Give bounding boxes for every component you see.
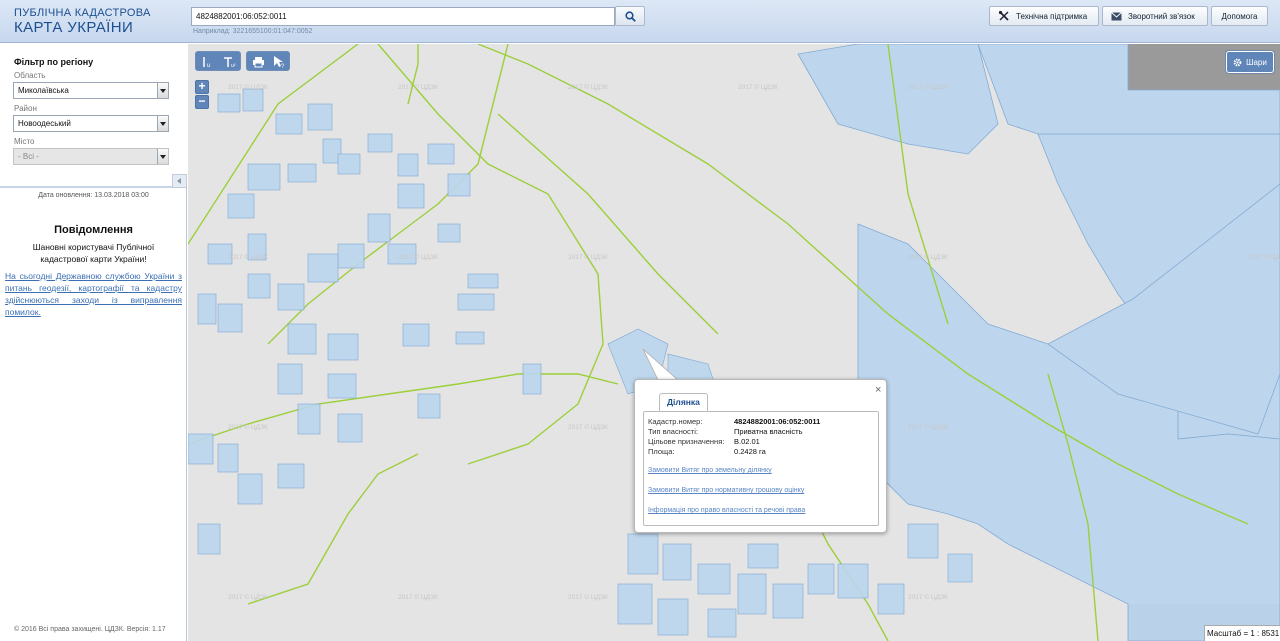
logo-line-1: ПУБЛІЧНА КАДАСТРОВА (14, 7, 151, 19)
close-icon[interactable]: × (875, 384, 881, 396)
header: ПУБЛІЧНА КАДАСТРОВА КАРТА УКРАЇНИ 482488… (0, 0, 1280, 43)
map-watermark: 2017 © ЦДЗК (228, 423, 268, 431)
sidebar: Фільтр по регіону Область Миколаївська Р… (0, 44, 187, 641)
map-watermark: 2017 © ЦДЗК (398, 83, 438, 91)
news-greeting: Шановні користувачі Публічної кадастрово… (32, 242, 155, 264)
logo-line-2: КАРТА УКРАЇНИ (14, 19, 134, 36)
map-watermark: 2017 © ЦДЗК (398, 593, 438, 601)
support-button[interactable]: Технічна підтримка (989, 6, 1099, 26)
map-watermark: 2017 © ЦДЗК (908, 593, 948, 601)
raion-label: Район (14, 104, 37, 113)
misto-label: Місто (14, 137, 35, 146)
feedback-label: Зворотний зв'язок (1128, 11, 1195, 21)
map-watermark: 2017 © ЦДЗК (568, 423, 608, 431)
ownership-value: Приватна власність (734, 427, 803, 436)
chevron-down-icon[interactable] (157, 83, 168, 98)
info-row-purpose: Цільове призначення: В.02.01 (648, 437, 760, 446)
map-watermark: 2017 © ЦДЗК (568, 253, 608, 261)
measure-area-icon[interactable]: u² (223, 56, 237, 68)
map-watermark: 2017 © ЦДЗК (908, 253, 948, 261)
ownership-info-link[interactable]: Інформація про право власності та речові… (648, 507, 805, 514)
map-watermark: 2017 © ЦДЗК (1248, 253, 1280, 261)
collapse-sidebar-button[interactable] (172, 174, 187, 188)
svg-text:u²: u² (231, 63, 236, 68)
zoom-out-button[interactable]: − (195, 95, 209, 109)
support-label: Технічна підтримка (1016, 11, 1088, 21)
oblast-select[interactable]: Миколаївська (13, 82, 169, 99)
cadastral-map[interactable]: 2017 © ЦДЗК 2017 © ЦДЗК 2017 © ЦДЗК 2017… (188, 44, 1280, 641)
misto-select[interactable]: - Всі - (13, 148, 169, 165)
measure-distance-icon[interactable]: u (202, 56, 214, 68)
site-logo[interactable]: ПУБЛІЧНА КАДАСТРОВА КАРТА УКРАЇНИ (14, 7, 151, 36)
help-button[interactable]: Допомога (1211, 6, 1268, 26)
oblast-value: Миколаївська (18, 86, 69, 95)
order-parcel-extract-link[interactable]: Замовити Витяг про земельну ділянку (648, 467, 772, 474)
filter-title: Фільтр по регіону (14, 57, 94, 67)
news-link[interactable]: На сьогодні Державною службою України з … (5, 270, 182, 318)
copyright: © 2016 Всі права захищені. ЦДЗК. Версія:… (14, 626, 166, 633)
layers-button[interactable]: Шари (1226, 51, 1274, 73)
info-row-area: Площа: 0.2428 га (648, 447, 766, 456)
info-row-ownership: Тип власності: Приватна власність (648, 427, 803, 436)
news-title: Повідомлення (54, 224, 133, 236)
map-watermark: 2017 © ЦДЗК (228, 253, 268, 261)
feedback-button[interactable]: Зворотний зв'язок (1102, 6, 1208, 26)
chevron-down-icon[interactable] (157, 116, 168, 131)
gear-icon (1233, 58, 1242, 66)
cadastral-number-value: 4824882001:06:052:0011 (734, 417, 821, 426)
map-watermark: 2017 © ЦДЗК (228, 593, 268, 601)
print-icon[interactable] (252, 56, 265, 68)
raion-value: Новоодеський (18, 119, 71, 128)
parcel-popup: × Ділянка Кадастр.номер: 4824882001:06:0… (634, 379, 887, 533)
tab-parcel[interactable]: Ділянка (659, 393, 708, 411)
info-label: Тип власності: (648, 427, 698, 436)
purpose-value: В.02.01 (734, 437, 760, 446)
map-watermark: 2017 © ЦДЗК (908, 83, 948, 91)
info-label: Цільове призначення: (648, 437, 725, 446)
info-row-cadastral: Кадастр.номер: 4824882001:06:052:0011 (648, 417, 820, 426)
map-watermark: 2017 © ЦДЗК (908, 423, 948, 431)
oblast-label: Область (14, 71, 46, 80)
search-icon (625, 11, 636, 22)
raion-select[interactable]: Новоодеський (13, 115, 169, 132)
misto-value: - Всі - (18, 152, 39, 161)
map-watermark: 2017 © ЦДЗК (398, 253, 438, 261)
parcel-info-panel: Кадастр.номер: 4824882001:06:052:0011 Ти… (643, 411, 879, 526)
chevron-down-icon (157, 149, 168, 164)
area-value: 0.2428 га (734, 447, 766, 456)
identify-cursor-icon[interactable]: ? (273, 55, 286, 69)
tools-icon (998, 10, 1009, 21)
svg-text:?: ? (281, 64, 285, 69)
map-watermark: 2017 © ЦДЗК (568, 593, 608, 601)
order-valuation-extract-link[interactable]: Замовити Витяг про нормативну грошову оц… (648, 487, 804, 494)
measure-tools-group: u u² (195, 51, 241, 71)
info-label: Площа: (648, 447, 675, 456)
map-watermark: 2017 © ЦДЗК (568, 83, 608, 91)
cadastral-search-input[interactable]: 4824882001:06:052:0011 (191, 7, 615, 26)
envelope-icon (1111, 11, 1122, 20)
print-tools-group: ? (246, 51, 290, 71)
search-button[interactable] (615, 6, 645, 26)
search-hint: Наприклад: 3221655100:01:047:0052 (193, 28, 313, 35)
zoom-in-button[interactable]: + (195, 80, 209, 94)
info-label: Кадастр.номер: (648, 417, 703, 426)
map-scale: Масштаб = 1 : 8531 (1204, 625, 1280, 641)
help-label: Допомога (1221, 11, 1258, 21)
layers-label: Шари (1246, 57, 1267, 67)
map-watermark: 2017 © ЦДЗК (738, 83, 778, 91)
map-watermark: 2017 © ЦДЗК (228, 83, 268, 91)
svg-text:u: u (207, 63, 210, 68)
map-canvas[interactable]: 2017 © ЦДЗК 2017 © ЦДЗК 2017 © ЦДЗК 2017… (188, 44, 1280, 641)
region-filter: Фільтр по регіону Область Миколаївська Р… (0, 44, 187, 188)
app-root: ПУБЛІЧНА КАДАСТРОВА КАРТА УКРАЇНИ 482488… (0, 0, 1280, 641)
update-date: Дата оновлення: 13.03.2018 03:00 (38, 192, 149, 199)
